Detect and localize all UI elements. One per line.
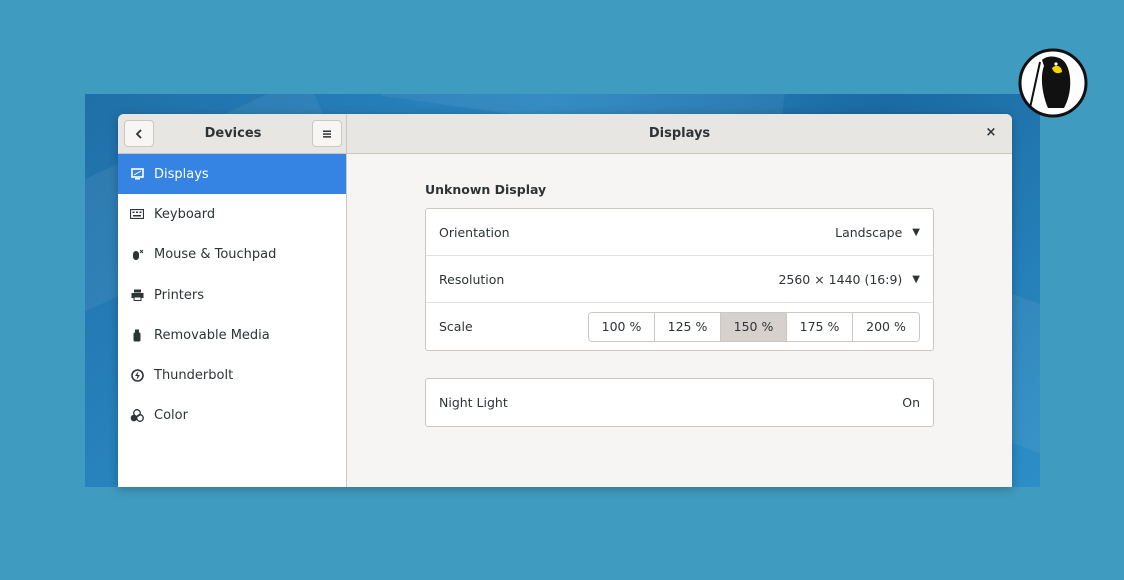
usb-icon [130, 328, 144, 342]
settings-window: Devices Displays × Displays Keyboard Mou… [118, 114, 1012, 487]
close-icon: × [985, 125, 997, 140]
mouse-icon [130, 248, 144, 262]
printer-icon [130, 288, 144, 302]
orientation-row[interactable]: Orientation Landscape ▼ [426, 209, 933, 256]
scale-button-group: 100 % 125 % 150 % 175 % 200 % [588, 311, 920, 342]
resolution-value: 2560 × 1440 (16:9) [778, 271, 903, 287]
orientation-label: Orientation [439, 224, 510, 240]
hamburger-menu-icon [323, 130, 331, 138]
close-button[interactable]: × [980, 122, 1002, 144]
sidebar-item-label: Mouse & Touchpad [154, 247, 277, 263]
display-section-title: Unknown Display [425, 182, 547, 197]
thunderbolt-icon [130, 369, 144, 383]
orientation-dropdown[interactable]: Landscape ▼ [835, 225, 920, 240]
menu-button[interactable] [312, 120, 342, 147]
scale-option-150[interactable]: 150 % [721, 312, 787, 341]
scale-option-125[interactable]: 125 % [655, 312, 721, 341]
night-light-value: On [902, 395, 920, 410]
display-settings-list: Orientation Landscape ▼ Resolution 2560 … [425, 208, 934, 351]
sidebar-item-mouse-touchpad[interactable]: Mouse & Touchpad [118, 235, 346, 275]
sidebar-item-label: Keyboard [154, 206, 216, 222]
sidebar-item-label: Removable Media [154, 327, 270, 343]
sidebar-item-removable-media[interactable]: Removable Media [118, 315, 346, 355]
scale-option-175[interactable]: 175 % [787, 312, 853, 341]
sidebar-item-thunderbolt[interactable]: Thunderbolt [118, 355, 346, 395]
sidebar-item-label: Color [154, 408, 188, 424]
headerbar: Devices Displays × [118, 114, 1012, 154]
night-light-label: Night Light [439, 395, 508, 410]
sidebar-item-displays[interactable]: Displays [118, 154, 346, 195]
orientation-value: Landscape [835, 224, 903, 240]
keyboard-icon [130, 207, 144, 221]
scale-option-100[interactable]: 100 % [589, 312, 655, 341]
sidebar-headerbar: Devices [118, 114, 347, 154]
resolution-dropdown[interactable]: 2560 × 1440 (16:9) ▼ [778, 272, 920, 287]
sidebar-item-printers[interactable]: Printers [118, 275, 346, 315]
sidebar-item-label: Thunderbolt [154, 368, 234, 384]
sidebar-item-color[interactable]: Color [118, 396, 346, 436]
displays-panel: Unknown Display Orientation Landscape ▼ … [348, 154, 1012, 487]
penguin-logo-icon [1018, 48, 1088, 118]
dropdown-arrow-icon: ▼ [912, 273, 920, 285]
resolution-row[interactable]: Resolution 2560 × 1440 (16:9) ▼ [426, 256, 933, 303]
dropdown-arrow-icon: ▼ [912, 226, 920, 238]
back-icon [135, 128, 142, 139]
resolution-label: Resolution [439, 271, 505, 287]
sidebar-item-label: Displays [154, 166, 209, 182]
color-icon [130, 409, 144, 423]
scale-row: Scale 100 % 125 % 150 % 175 % 200 % [426, 303, 933, 350]
back-button[interactable] [124, 120, 154, 147]
sidebar-item-label: Printers [154, 287, 205, 303]
night-light-list: Night Light On [425, 378, 934, 427]
display-icon [130, 167, 144, 181]
sidebar: Displays Keyboard Mouse & Touchpad Print… [118, 154, 347, 487]
scale-option-200[interactable]: 200 % [853, 312, 919, 341]
sidebar-title: Devices [204, 126, 262, 141]
sidebar-item-keyboard[interactable]: Keyboard [118, 194, 346, 234]
scale-label: Scale [439, 319, 473, 334]
page-title: Displays [648, 126, 711, 141]
night-light-row[interactable]: Night Light On [426, 379, 933, 426]
